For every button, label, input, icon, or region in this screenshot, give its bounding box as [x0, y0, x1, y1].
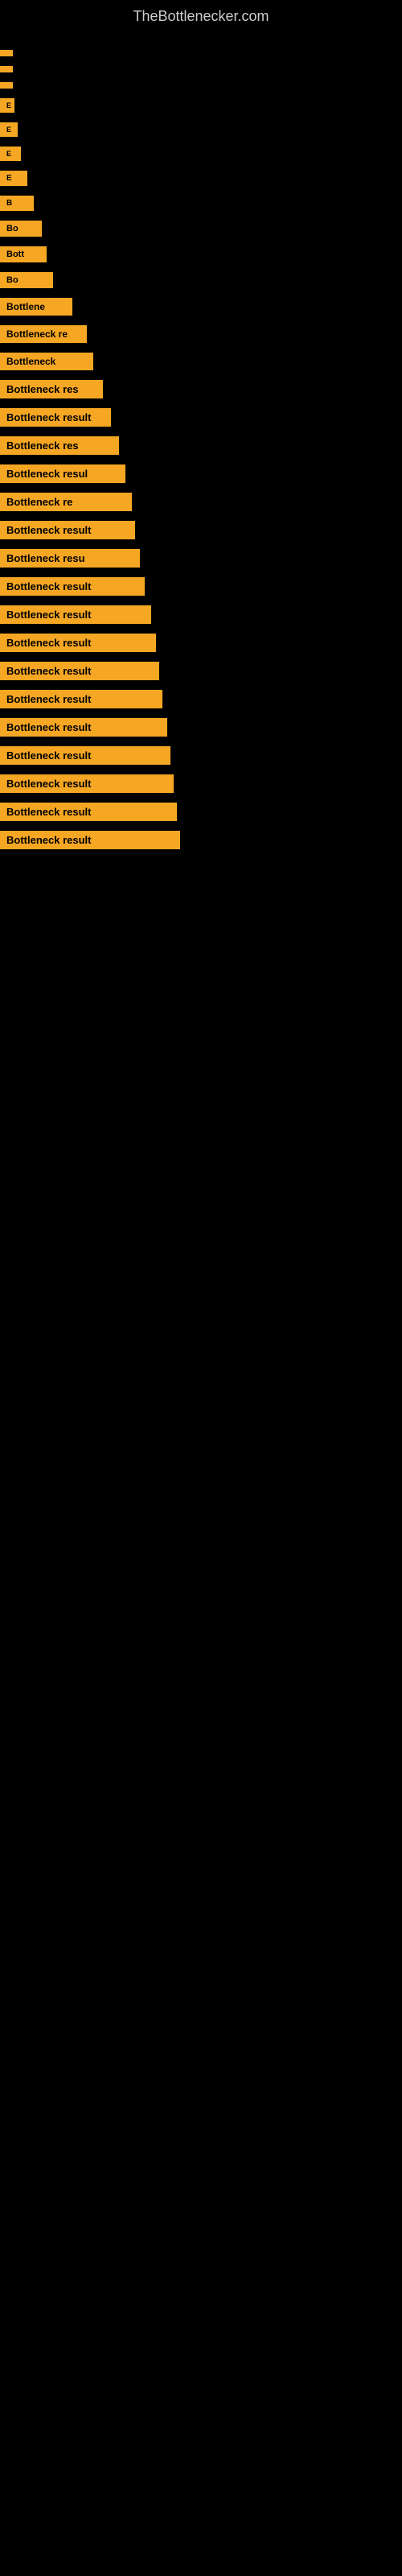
- bottleneck-label: Bottleneck result: [0, 746, 170, 765]
- list-item: Bottleneck res: [0, 431, 402, 460]
- bottleneck-label: E: [0, 171, 27, 186]
- bottleneck-label: Bottleneck result: [0, 718, 167, 737]
- bottleneck-label: Bottleneck: [0, 353, 93, 370]
- list-item: Bottleneck result: [0, 826, 402, 854]
- bottleneck-label: Bottleneck result: [0, 774, 174, 793]
- list-item: Bottleneck result: [0, 685, 402, 713]
- list-item: Bottleneck res: [0, 375, 402, 403]
- bottleneck-label: E: [0, 147, 21, 161]
- list-item: E: [0, 166, 402, 191]
- bottleneck-label: Bottleneck re: [0, 493, 132, 511]
- list-item: Bottleneck result: [0, 516, 402, 544]
- bottleneck-label: Bottleneck result: [0, 408, 111, 427]
- bottleneck-label: Bottleneck result: [0, 577, 145, 596]
- bottleneck-label: Bottleneck result: [0, 521, 135, 539]
- list-item: Bottleneck re: [0, 320, 402, 348]
- list-item: Bottleneck result: [0, 629, 402, 657]
- list-item: [0, 77, 402, 93]
- list-item: Bott: [0, 242, 402, 267]
- list-item: Bottleneck: [0, 348, 402, 375]
- bottleneck-label: Bottleneck re: [0, 325, 87, 343]
- bottleneck-label: [0, 66, 13, 72]
- list-item: [0, 61, 402, 77]
- list-item: Bottleneck resul: [0, 460, 402, 488]
- bottleneck-label: E: [0, 98, 14, 113]
- bottleneck-label: Bottleneck res: [0, 380, 103, 398]
- site-title: TheBottlenecker.com: [0, 0, 402, 29]
- bottleneck-label: Bottleneck result: [0, 803, 177, 821]
- bottleneck-label: Bottleneck result: [0, 831, 180, 849]
- list-item: E: [0, 118, 402, 142]
- bottleneck-label: E: [0, 122, 18, 137]
- list-item: B: [0, 191, 402, 216]
- list-item: Bottleneck result: [0, 403, 402, 431]
- list-item: E: [0, 142, 402, 166]
- bottleneck-label: Bottleneck result: [0, 605, 151, 624]
- items-container: EEEEBBoBottBoBottleneBottleneck reBottle…: [0, 29, 402, 854]
- list-item: E: [0, 93, 402, 118]
- list-item: Bottleneck re: [0, 488, 402, 516]
- bottleneck-label: Bottleneck resul: [0, 464, 125, 483]
- list-item: Bottleneck result: [0, 798, 402, 826]
- list-item: Bottleneck result: [0, 770, 402, 798]
- list-item: Bottleneck resu: [0, 544, 402, 572]
- list-item: Bottleneck result: [0, 713, 402, 741]
- bottleneck-label: Bo: [0, 221, 42, 237]
- bottleneck-label: Bottleneck res: [0, 436, 119, 455]
- bottleneck-label: B: [0, 196, 34, 211]
- bottleneck-label: Bottleneck result: [0, 634, 156, 652]
- list-item: Bo: [0, 267, 402, 293]
- list-item: Bottleneck result: [0, 741, 402, 770]
- list-item: Bo: [0, 216, 402, 242]
- list-item: [0, 45, 402, 61]
- bottleneck-label: Bo: [0, 272, 53, 288]
- bottleneck-label: Bottleneck result: [0, 662, 159, 680]
- list-item: Bottleneck result: [0, 657, 402, 685]
- bottleneck-label: Bottleneck result: [0, 690, 162, 708]
- bottleneck-label: [0, 50, 13, 56]
- list-item: Bottleneck result: [0, 601, 402, 629]
- bottleneck-label: Bott: [0, 246, 47, 262]
- bottleneck-label: Bottleneck resu: [0, 549, 140, 568]
- bottleneck-label: Bottlene: [0, 298, 72, 316]
- bottleneck-label: [0, 82, 13, 89]
- list-item: Bottleneck result: [0, 572, 402, 601]
- list-item: Bottlene: [0, 293, 402, 320]
